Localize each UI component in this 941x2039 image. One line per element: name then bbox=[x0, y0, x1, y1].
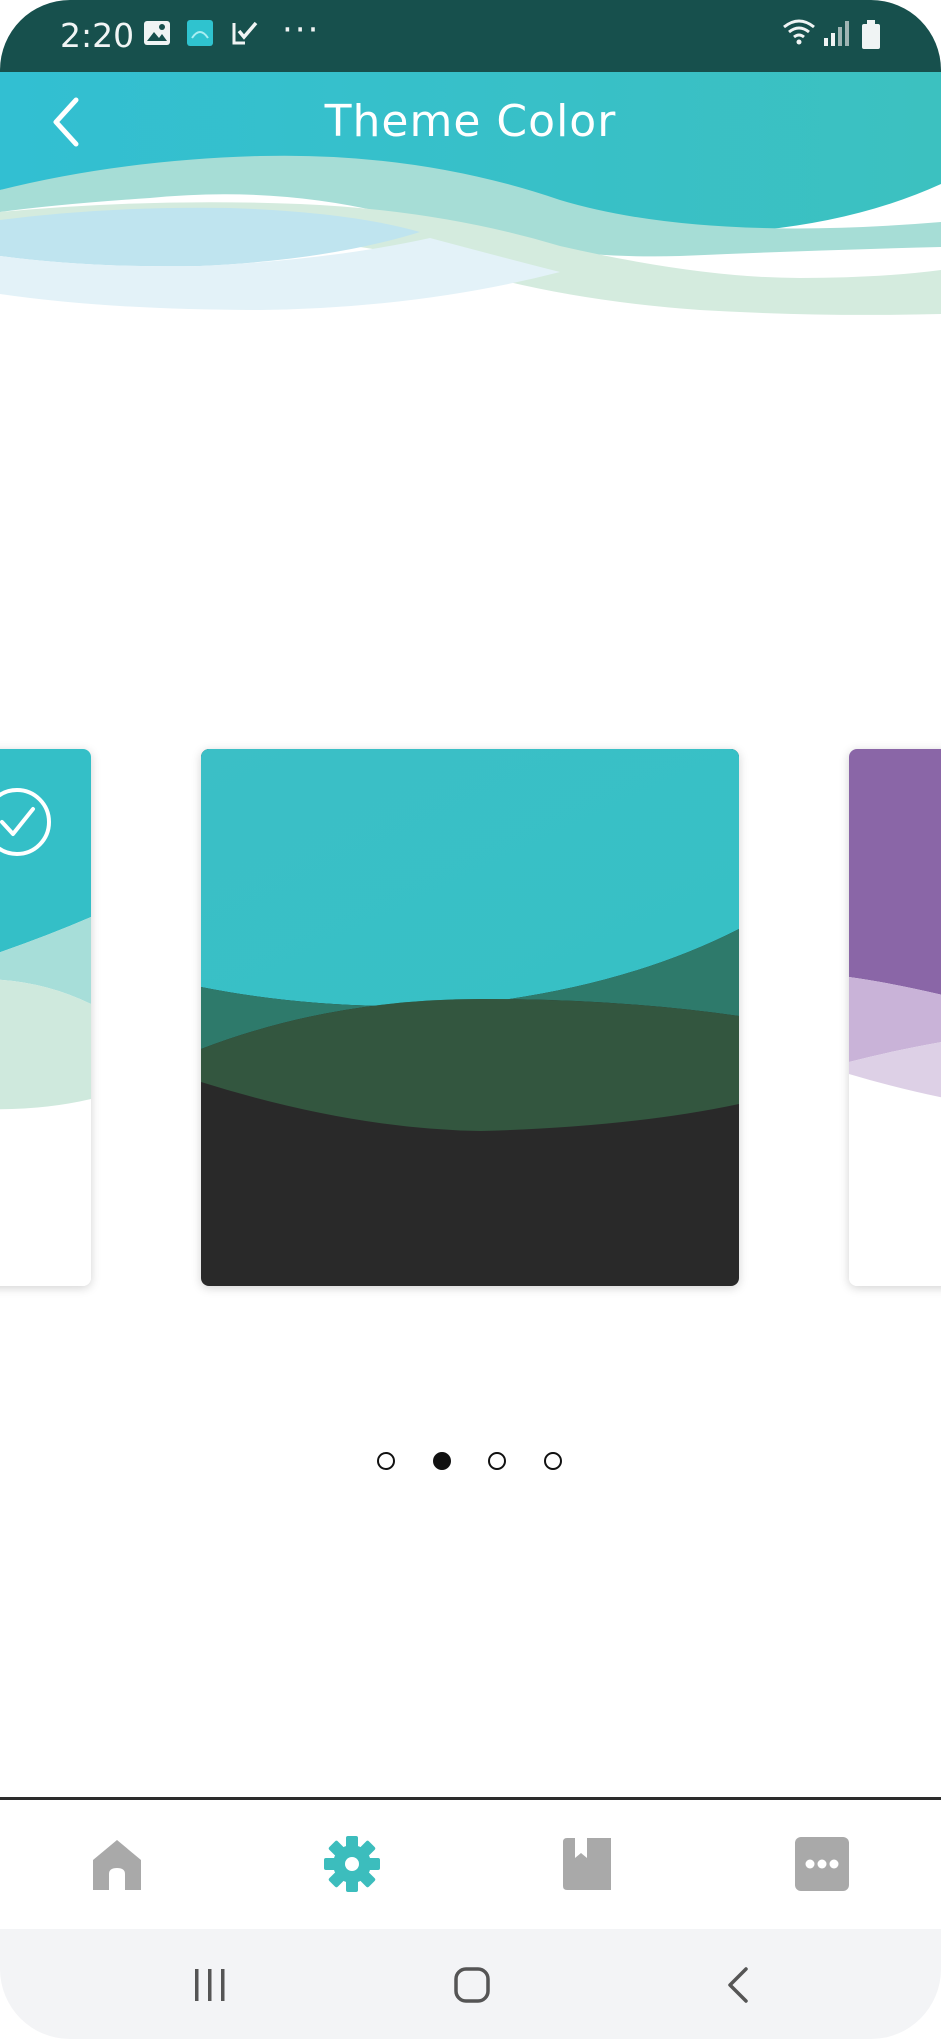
task-check-icon bbox=[232, 21, 258, 45]
theme-preview bbox=[0, 749, 91, 1286]
status-time: 2:20 bbox=[60, 16, 135, 55]
theme-card-teal-dark[interactable] bbox=[201, 749, 739, 1286]
gallery-icon bbox=[144, 21, 170, 45]
home-icon bbox=[93, 1840, 141, 1890]
more-notifications-icon: ··· bbox=[282, 10, 321, 50]
app-notification-icon bbox=[187, 20, 213, 46]
signal-icon bbox=[824, 21, 849, 46]
settings-gear-icon bbox=[324, 1836, 380, 1892]
theme-card-teal-light[interactable] bbox=[0, 749, 91, 1286]
home-button-icon[interactable] bbox=[452, 1965, 492, 2005]
theme-card-purple-light[interactable] bbox=[849, 749, 941, 1286]
page-dot-1[interactable] bbox=[377, 1452, 395, 1470]
more-icon bbox=[795, 1837, 849, 1891]
nav-bookmarks[interactable] bbox=[557, 1834, 617, 1894]
battery-icon bbox=[862, 20, 880, 49]
theme-preview bbox=[849, 749, 941, 1286]
page-dot-4[interactable] bbox=[544, 1452, 562, 1470]
back-icon[interactable] bbox=[718, 1965, 758, 2005]
header: Theme Color bbox=[0, 72, 941, 322]
theme-preview bbox=[201, 749, 739, 1286]
carousel-pagination bbox=[0, 1452, 941, 1482]
page-dot-3[interactable] bbox=[488, 1452, 506, 1470]
nav-settings[interactable] bbox=[322, 1834, 382, 1894]
status-bar: 2:20 ··· bbox=[0, 0, 941, 72]
nav-home[interactable] bbox=[87, 1834, 147, 1894]
recent-apps-icon[interactable] bbox=[190, 1965, 230, 2005]
bottom-navigation bbox=[0, 1797, 941, 1932]
wifi-icon bbox=[783, 19, 815, 45]
phone-screen: 2:20 ··· Theme Color bbox=[0, 0, 941, 2039]
system-navigation-bar bbox=[0, 1929, 941, 2039]
nav-more[interactable] bbox=[792, 1834, 852, 1894]
page-title: Theme Color bbox=[324, 96, 617, 147]
page-dot-2[interactable] bbox=[433, 1452, 451, 1470]
bookmark-book-icon bbox=[563, 1838, 611, 1890]
